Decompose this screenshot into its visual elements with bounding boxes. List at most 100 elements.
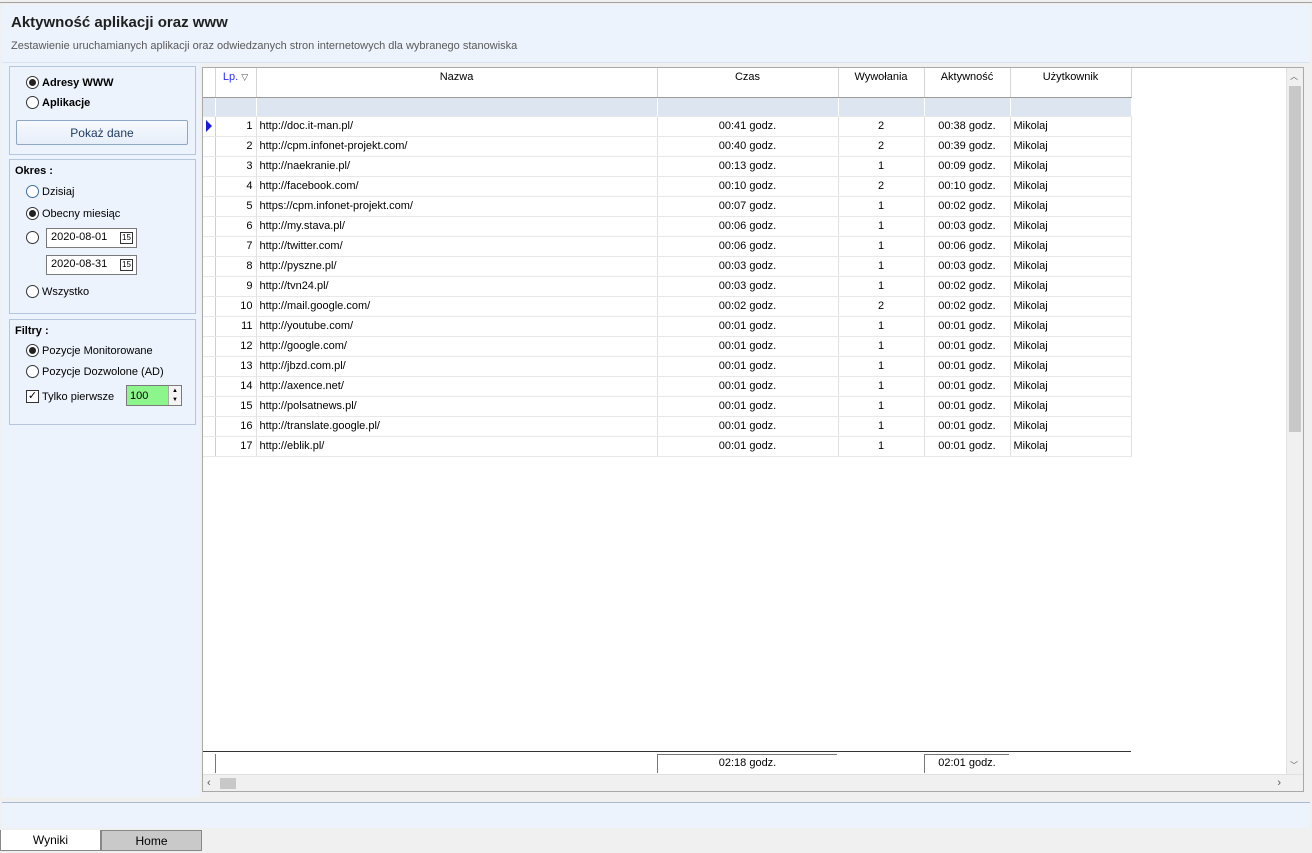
table-cell: http://facebook.com/ bbox=[256, 176, 658, 197]
column-header-uzytkownik[interactable]: Użytkownik bbox=[1010, 68, 1132, 98]
table-row[interactable]: 2 http://cpm.infonet-projekt.com/00:40 go… bbox=[203, 136, 1132, 157]
filter-row[interactable] bbox=[203, 97, 1132, 117]
chevron-up-icon[interactable]: ▲ bbox=[172, 388, 178, 394]
table-cell: 16 bbox=[215, 416, 257, 437]
table-cell: 00:01 godz. bbox=[924, 336, 1011, 357]
horizontal-scrollbar[interactable]: ‹ › bbox=[203, 774, 1303, 791]
table-cell: Mikolaj bbox=[1010, 196, 1132, 217]
table-row[interactable]: 14 http://axence.net/00:01 godz. 1 00:01 go… bbox=[203, 376, 1132, 397]
table-cell: 00:01 godz. bbox=[657, 396, 839, 417]
radio-obecny-miesiac[interactable]: Obecny miesiąc bbox=[26, 207, 120, 220]
row-indicator bbox=[203, 296, 216, 317]
table-row[interactable]: 16 http://translate.google.pl/00:01 godz.… bbox=[203, 416, 1132, 437]
scroll-up-icon[interactable]: ︿ bbox=[1290, 71, 1298, 82]
table-row[interactable]: 4 http://facebook.com/00:10 godz. 2 00:10 g… bbox=[203, 176, 1132, 197]
table-row[interactable]: 6 http://my.stava.pl/00:06 godz. 1 00:03 go… bbox=[203, 216, 1132, 237]
filter-cell bbox=[203, 97, 216, 117]
results-grid[interactable]: Lp. ▽ Nazwa Czas Wywołania Aktywność Uży… bbox=[202, 67, 1304, 792]
radio-pozycje-monitorowane[interactable]: Pozycje Monitorowane bbox=[26, 344, 153, 357]
column-header-nazwa[interactable]: Nazwa bbox=[256, 68, 658, 98]
table-cell: Mikolaj bbox=[1010, 136, 1132, 157]
table-cell: 00:13 godz. bbox=[657, 156, 839, 177]
tab-home[interactable]: Home bbox=[101, 830, 202, 851]
column-header-czas[interactable]: Czas bbox=[657, 68, 839, 98]
table-row[interactable]: 17 http://eblik.pl/00:01 godz. 1 00:01 godz… bbox=[203, 436, 1132, 457]
table-cell: 1 bbox=[838, 236, 925, 257]
table-cell: 00:06 godz. bbox=[657, 216, 839, 237]
table-cell: 2 bbox=[838, 136, 925, 157]
filter-cell[interactable] bbox=[1010, 97, 1132, 117]
table-row[interactable]: 3 http://naekranie.pl/00:13 godz. 1 00:09 g… bbox=[203, 156, 1132, 177]
radio-date-range[interactable] bbox=[26, 231, 39, 244]
row-indicator bbox=[203, 276, 216, 297]
results-table: Lp. ▽ Nazwa Czas Wywołania Aktywność Uży… bbox=[203, 68, 1132, 457]
table-row[interactable]: 1 http://doc.it-man.pl/00:41 godz. 2 00:38 … bbox=[203, 116, 1132, 137]
show-data-button[interactable]: Pokaż dane bbox=[16, 120, 188, 145]
radio-dzisiaj[interactable]: Dzisiaj bbox=[26, 185, 74, 198]
row-indicator bbox=[203, 196, 216, 217]
table-cell: 1 bbox=[838, 356, 925, 377]
table-cell: 00:01 godz. bbox=[657, 416, 839, 437]
filter-cell[interactable] bbox=[657, 97, 839, 117]
table-cell: 2 bbox=[838, 176, 925, 197]
table-cell: 1 bbox=[838, 256, 925, 277]
table-cell: 00:09 godz. bbox=[924, 156, 1011, 177]
scroll-down-icon[interactable]: ﹀ bbox=[1290, 760, 1298, 771]
scroll-thumb[interactable] bbox=[1289, 86, 1301, 432]
table-cell: 1 bbox=[838, 436, 925, 457]
table-row[interactable]: 11 http://youtube.com/00:01 godz. 1 00:01 g… bbox=[203, 316, 1132, 337]
table-row[interactable]: 10 http://mail.google.com/00:02 godz. 2 00:… bbox=[203, 296, 1132, 317]
only-first-stepper[interactable]: 100 ▲ ▼ bbox=[126, 385, 182, 406]
table-row[interactable]: 12 http://google.com/00:01 godz. 1 00:01 go… bbox=[203, 336, 1132, 357]
period-title: Okres : bbox=[15, 165, 53, 177]
date-to-field[interactable]: 2020-08-31 15 bbox=[46, 255, 137, 275]
table-cell: 12 bbox=[215, 336, 257, 357]
table-row[interactable]: 5 https://cpm.infonet-projekt.com/00:07 g… bbox=[203, 196, 1132, 217]
table-cell: Mikolaj bbox=[1010, 176, 1132, 197]
row-indicator bbox=[203, 376, 216, 397]
stepper-arrows[interactable]: ▲ ▼ bbox=[168, 386, 181, 405]
table-row[interactable]: 9 http://tvn24.pl/00:03 godz. 1 00:02 godz.… bbox=[203, 276, 1132, 297]
filter-cell[interactable] bbox=[924, 97, 1011, 117]
date-from-field[interactable]: 2020-08-01 15 bbox=[46, 228, 137, 248]
radio-adresy-www[interactable]: Adresy WWW bbox=[26, 76, 114, 89]
page-subtitle: Zestawienie uruchamianych aplikacji oraz… bbox=[11, 40, 518, 52]
only-first-checkbox[interactable]: ✓ Tylko pierwsze bbox=[26, 390, 114, 403]
filter-cell[interactable] bbox=[256, 97, 658, 117]
table-row[interactable]: 15 http://polsatnews.pl/00:01 godz. 1 00:01… bbox=[203, 396, 1132, 417]
radio-dot bbox=[26, 76, 39, 89]
table-cell: http://tvn24.pl/ bbox=[256, 276, 658, 297]
tab-wyniki[interactable]: Wyniki bbox=[0, 830, 101, 851]
scroll-left-icon[interactable]: ‹ bbox=[207, 777, 211, 789]
table-cell: http://google.com/ bbox=[256, 336, 658, 357]
calendar-icon[interactable]: 15 bbox=[120, 232, 133, 244]
column-header-wywolania[interactable]: Wywołania bbox=[838, 68, 925, 98]
column-header-label: Lp. bbox=[222, 71, 239, 83]
table-body: 1 http://doc.it-man.pl/00:41 godz. 2 00:38 … bbox=[203, 116, 1132, 457]
filter-cell[interactable] bbox=[838, 97, 925, 117]
radio-aplikacje[interactable]: Aplikacje bbox=[26, 96, 90, 109]
table-row[interactable]: 13 http://jbzd.com.pl/00:01 godz. 1 00:01 g… bbox=[203, 356, 1132, 377]
table-row[interactable]: 7 http://twitter.com/00:06 godz. 1 00:06 go… bbox=[203, 236, 1132, 257]
scroll-right-icon[interactable]: › bbox=[1277, 777, 1281, 789]
calendar-icon[interactable]: 15 bbox=[120, 259, 133, 271]
chevron-down-icon[interactable]: ▼ bbox=[172, 397, 178, 403]
radio-dot bbox=[26, 365, 39, 378]
row-indicator bbox=[203, 236, 216, 257]
column-header-lp[interactable]: Lp. ▽ bbox=[215, 68, 257, 98]
table-cell: http://pyszne.pl/ bbox=[256, 256, 658, 277]
sort-icon: ▽ bbox=[241, 72, 249, 82]
column-header-aktywnosc[interactable]: Aktywność bbox=[924, 68, 1011, 98]
table-cell: Mikolaj bbox=[1010, 236, 1132, 257]
radio-pozycje-dozwolone[interactable]: Pozycje Dozwolone (AD) bbox=[26, 365, 164, 378]
table-cell: 1 bbox=[838, 376, 925, 397]
radio-label: Wszystko bbox=[42, 285, 90, 298]
table-row[interactable]: 8 http://pyszne.pl/00:03 godz. 1 00:03 godz… bbox=[203, 256, 1132, 277]
vertical-scrollbar[interactable]: ︿ ﹀ bbox=[1286, 68, 1303, 774]
table-cell: Mikolaj bbox=[1010, 316, 1132, 337]
table-cell: http://axence.net/ bbox=[256, 376, 658, 397]
filter-cell[interactable] bbox=[215, 97, 257, 117]
radio-wszystko[interactable]: Wszystko bbox=[26, 285, 89, 298]
table-cell: 00:01 godz. bbox=[924, 416, 1011, 437]
scroll-thumb[interactable] bbox=[220, 778, 236, 789]
